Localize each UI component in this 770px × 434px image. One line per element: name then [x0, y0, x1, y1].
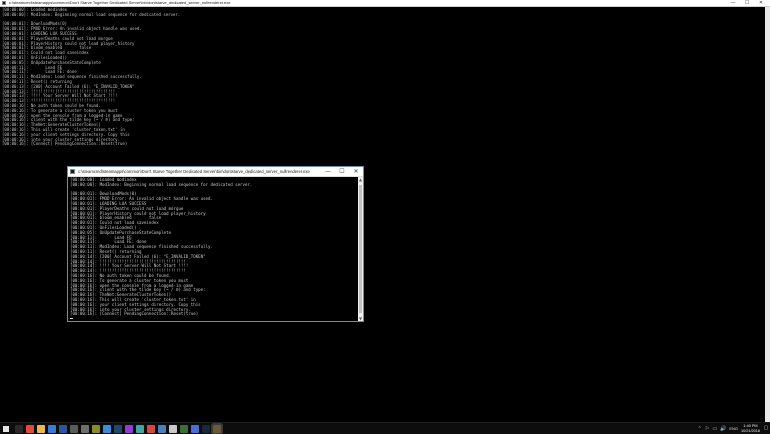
console-titlebar[interactable]: c:\steamcmd\steamapps\common\Don't Starv… — [68, 167, 363, 177]
background-console-title: c:\steamcmd\steamapps\common\Don't Starv… — [9, 0, 231, 5]
dst-console-icon[interactable] — [213, 425, 221, 433]
taskbar: ⌃ ⚐ ▭ 🔊 ENG 1:40 PM 10/21/2016 ▢ — [0, 422, 770, 434]
console-app-icon — [2, 1, 6, 5]
console-app-icon — [70, 169, 75, 174]
steam-icon[interactable] — [202, 425, 210, 433]
tool-icon[interactable] — [92, 425, 100, 433]
console-title: c:\steamcmd\steamapps\common\Don't Starv… — [78, 169, 310, 174]
clock[interactable]: 1:40 PM 10/21/2016 — [741, 424, 760, 433]
terminal-icon[interactable] — [114, 425, 122, 433]
tray-overflow-icon[interactable]: ⌃ — [698, 426, 702, 432]
game-icon[interactable] — [180, 425, 188, 433]
photo-icon[interactable] — [136, 425, 144, 433]
dedicated-server-console-window[interactable]: c:\steamcmd\steamapps\common\Don't Starv… — [67, 166, 364, 322]
background-console-scrollbar[interactable] — [765, 7, 770, 422]
search-icon[interactable] — [15, 425, 23, 433]
app-icon[interactable] — [103, 425, 111, 433]
doc-icon[interactable] — [169, 425, 177, 433]
scroll-up-arrow-icon[interactable]: ▲ — [358, 177, 363, 182]
action-center-icon[interactable]: ▢ — [763, 425, 769, 431]
console-cursor — [70, 318, 73, 319]
globe-icon[interactable] — [158, 425, 166, 433]
minimize-button[interactable]: — — [726, 0, 740, 6]
console-line: [00:00:16]: [Connect] PendingConnection:… — [70, 311, 199, 317]
restore-button[interactable]: ☐ — [740, 0, 754, 6]
minimize-button[interactable]: — — [321, 167, 335, 176]
console-log: [00:00:00]: Loaded modindex [00:00:00]: M… — [70, 177, 253, 317]
word-icon[interactable] — [59, 425, 67, 433]
background-console-log: [00:00:00]: Loaded modindex [00:00:00]: M… — [2, 7, 181, 147]
purple-app-icon[interactable] — [125, 425, 133, 433]
scroll-down-arrow-icon[interactable]: ▼ — [358, 316, 363, 321]
close-button[interactable]: ✕ — [349, 167, 363, 176]
settings-icon[interactable] — [81, 425, 89, 433]
windows-start-icon[interactable] — [3, 426, 9, 432]
background-console-line: [00:00:00]: ModIndex: Beginning normal l… — [2, 11, 181, 17]
clock-time: 1:40 PM — [743, 424, 758, 428]
maximize-button[interactable]: ☐ — [335, 167, 349, 176]
language-indicator[interactable]: ENG — [729, 426, 738, 431]
console-line: [00:00:00]: ModIndex: Beginning normal l… — [70, 181, 253, 187]
console-scrollbar[interactable]: ▲ ▼ — [358, 177, 363, 321]
battery-icon[interactable]: ▭ — [712, 426, 717, 432]
store-icon[interactable] — [48, 425, 56, 433]
chrome-icon[interactable] — [26, 425, 34, 433]
red-app-icon[interactable] — [147, 425, 155, 433]
background-console-line: [00:00:16]: [Connect] PendingConnection:… — [2, 141, 128, 147]
calculator-icon[interactable] — [70, 425, 78, 433]
volume-icon[interactable]: 🔊 — [720, 426, 726, 432]
network-icon[interactable]: ⚐ — [705, 426, 709, 432]
blue-app-icon[interactable] — [191, 425, 199, 433]
clock-date: 10/21/2016 — [740, 428, 760, 433]
close-button[interactable]: ✕ — [754, 0, 768, 6]
background-console-titlebar[interactable]: c:\steamcmd\steamapps\common\Don't Starv… — [0, 0, 770, 7]
system-tray: ⌃ ⚐ ▭ 🔊 ENG 1:40 PM 10/21/2016 — [698, 423, 760, 434]
folder-icon[interactable] — [37, 425, 45, 433]
scrollbar-thumb[interactable] — [359, 185, 362, 313]
